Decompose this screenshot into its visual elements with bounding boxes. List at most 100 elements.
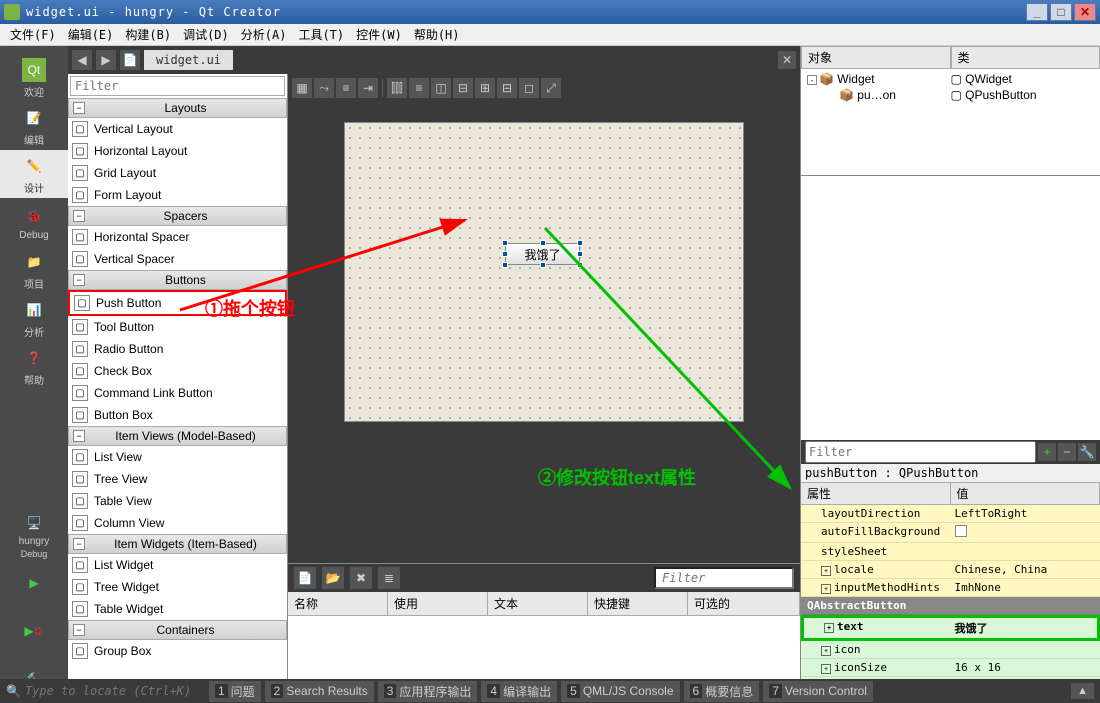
layout-hsplit-icon[interactable]: ◫ <box>431 78 451 98</box>
mode-analyze[interactable]: 📊分析 <box>0 294 68 342</box>
widget-item[interactable]: ▢Table View <box>68 490 287 512</box>
new-action-icon[interactable]: 📄 <box>294 567 316 589</box>
widget-item[interactable]: ▢Group Box <box>68 640 287 662</box>
widget-item[interactable]: ▢Horizontal Spacer <box>68 226 287 248</box>
output-pane-button[interactable]: 1问题 <box>209 681 261 702</box>
design-canvas[interactable]: 我饿了 <box>288 102 800 563</box>
mode-debug[interactable]: 🐞Debug <box>0 198 68 246</box>
widget-item[interactable]: ▢Column View <box>68 512 287 534</box>
menu-help[interactable]: 帮助(H) <box>408 24 466 45</box>
menu-tools[interactable]: 工具(T) <box>292 24 350 45</box>
layout-v-icon[interactable]: ≡ <box>409 78 429 98</box>
widget-item[interactable]: ▢Push Button <box>68 290 287 316</box>
action-filter[interactable] <box>654 567 794 589</box>
prop-row[interactable]: styleSheet <box>801 543 1100 561</box>
prop-config-icon[interactable]: 🔧 <box>1078 443 1096 461</box>
prop-filter[interactable] <box>805 441 1036 463</box>
prop-remove-icon[interactable]: − <box>1058 443 1076 461</box>
close-tab-icon[interactable]: ✕ <box>778 51 796 69</box>
widget-item[interactable]: ▢Tool Button <box>68 316 287 338</box>
menu-debug[interactable]: 调试(D) <box>177 24 235 45</box>
edit-buddies-icon[interactable]: ≡ <box>336 78 356 98</box>
widget-group-header[interactable]: −Spacers <box>68 206 287 226</box>
menu-build[interactable]: 构建(B) <box>119 24 177 45</box>
widget-item[interactable]: ▢Tree View <box>68 468 287 490</box>
output-pane-button[interactable]: 3应用程序输出 <box>378 681 478 702</box>
edit-signals-icon[interactable]: ⤳ <box>314 78 334 98</box>
output-pane-button[interactable]: 7Version Control <box>763 681 873 702</box>
debug-run-button[interactable]: ▶🐞 <box>0 607 68 655</box>
mode-design[interactable]: ✏️设计 <box>0 150 68 198</box>
widget-item[interactable]: ▢Vertical Spacer <box>68 248 287 270</box>
widget-icon: ▢ <box>74 295 90 311</box>
layout-h-icon[interactable]: ⫿⫿⫿ <box>387 78 407 98</box>
close-button[interactable]: ✕ <box>1074 3 1096 21</box>
widget-group-header[interactable]: −Item Widgets (Item-Based) <box>68 534 287 554</box>
prop-row[interactable]: +icon <box>801 641 1100 659</box>
widget-item[interactable]: ▢Button Box <box>68 404 287 426</box>
form-widget[interactable]: 我饿了 <box>344 122 744 422</box>
mode-help[interactable]: ❓帮助 <box>0 342 68 390</box>
minimize-button[interactable]: _ <box>1026 3 1048 21</box>
widget-item[interactable]: ▢Vertical Layout <box>68 118 287 140</box>
widget-group-header[interactable]: −Layouts <box>68 98 287 118</box>
open-action-icon[interactable]: 📂 <box>322 567 344 589</box>
locator[interactable]: 🔍 <box>6 684 205 698</box>
widget-item[interactable]: ▢Tree Widget <box>68 576 287 598</box>
widget-item[interactable]: ▢Check Box <box>68 360 287 382</box>
widget-item[interactable]: ▢Horizontal Layout <box>68 140 287 162</box>
widget-item[interactable]: ▢Command Link Button <box>68 382 287 404</box>
widget-item[interactable]: ▢List Widget <box>68 554 287 576</box>
widget-group-header[interactable]: −Buttons <box>68 270 287 290</box>
output-pane-button[interactable]: 5QML/JS Console <box>561 681 679 702</box>
break-layout-icon[interactable]: ◻ <box>519 78 539 98</box>
delete-action-icon[interactable]: ✖ <box>350 567 372 589</box>
edit-widgets-icon[interactable]: ▦ <box>292 78 312 98</box>
output-pane-button[interactable]: 6概要信息 <box>684 681 760 702</box>
adjust-size-icon[interactable]: ⤢ <box>541 78 561 98</box>
widget-item[interactable]: ▢Radio Button <box>68 338 287 360</box>
output-pane-button[interactable]: 2Search Results <box>265 681 374 702</box>
widget-item[interactable]: ▢Form Layout <box>68 184 287 206</box>
nav-forward-icon[interactable]: ▶ <box>96 50 116 70</box>
widget-item[interactable]: ▢List View <box>68 446 287 468</box>
dropped-push-button[interactable]: 我饿了 <box>505 243 580 265</box>
run-button[interactable]: ▶ <box>0 559 68 607</box>
kit-selector[interactable]: 🖥️hungryDebug <box>0 511 68 559</box>
object-tree-row[interactable]: 📦 pu…on▢ QPushButton <box>803 87 1098 103</box>
mode-welcome[interactable]: Qt欢迎 <box>0 54 68 102</box>
prop-row[interactable]: +inputMethodHintsImhNone <box>801 579 1100 597</box>
layout-form-icon[interactable]: ⊟ <box>497 78 517 98</box>
widget-group-header[interactable]: −Containers <box>68 620 287 640</box>
widget-group-header[interactable]: −Item Views (Model-Based) <box>68 426 287 446</box>
layout-grid-icon[interactable]: ⊞ <box>475 78 495 98</box>
document-tab[interactable]: widget.ui <box>144 50 233 70</box>
prop-add-icon[interactable]: + <box>1038 443 1056 461</box>
sb-toggle-icon[interactable]: ▲ <box>1071 683 1094 699</box>
mode-edit[interactable]: 📝编辑 <box>0 102 68 150</box>
menu-edit[interactable]: 编辑(E) <box>62 24 120 45</box>
widget-item[interactable]: ▢Table Widget <box>68 598 287 620</box>
edit-tabs-icon[interactable]: ⇥ <box>358 78 378 98</box>
action-detail-icon[interactable]: ≣ <box>378 567 400 589</box>
menu-analyze[interactable]: 分析(A) <box>235 24 293 45</box>
output-pane-button[interactable]: 4编译输出 <box>481 681 557 702</box>
prop-row[interactable]: +text我饿了 <box>801 615 1100 641</box>
widget-item[interactable]: ▢Grid Layout <box>68 162 287 184</box>
menu-widgets[interactable]: 控件(W) <box>350 24 408 45</box>
nav-back-icon[interactable]: ◀ <box>72 50 92 70</box>
maximize-button[interactable]: □ <box>1050 3 1072 21</box>
widgetbox-filter[interactable] <box>70 76 285 96</box>
menu-file[interactable]: 文件(F) <box>4 24 62 45</box>
window-title: widget.ui - hungry - Qt Creator <box>26 5 1024 19</box>
prop-object-label: pushButton : QPushButton <box>801 464 1100 483</box>
locator-input[interactable] <box>25 684 205 698</box>
mode-projects[interactable]: 📁项目 <box>0 246 68 294</box>
object-tree-row[interactable]: -📦 Widget▢ QWidget <box>803 71 1098 87</box>
prop-row[interactable]: layoutDirectionLeftToRight <box>801 505 1100 523</box>
prop-row[interactable]: autoFillBackground <box>801 523 1100 543</box>
prop-row[interactable]: +localeChinese, China <box>801 561 1100 579</box>
layout-vsplit-icon[interactable]: ⊟ <box>453 78 473 98</box>
widget-icon: ▢ <box>72 363 88 379</box>
prop-row[interactable]: +iconSize16 x 16 <box>801 659 1100 677</box>
